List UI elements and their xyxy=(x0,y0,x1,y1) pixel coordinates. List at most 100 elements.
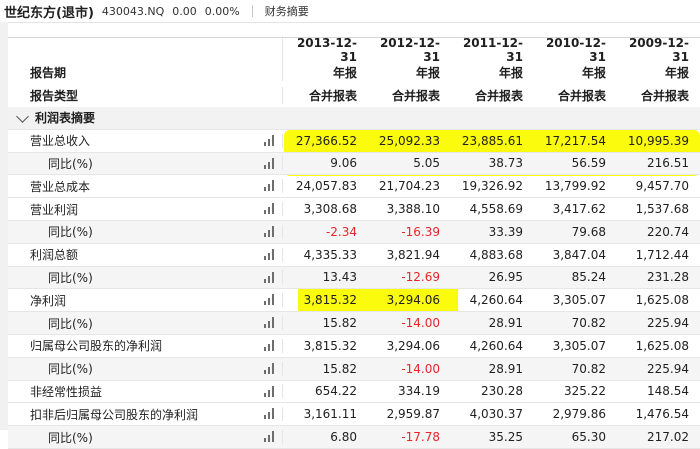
row-label: 归属母公司股东的净利润 xyxy=(30,339,163,354)
table-cell: 4,260.64 xyxy=(469,293,523,308)
table-cell: -2.34 xyxy=(282,224,365,239)
table-cell: -12.69 xyxy=(401,270,440,285)
tab-financial-summary[interactable]: 财务摘要 xyxy=(265,3,309,19)
table-cell: 21,704.23 xyxy=(378,179,440,194)
table-cell: 56.59 xyxy=(571,156,606,171)
table-cell: 35.25 xyxy=(488,430,523,445)
table-cell: 334.19 xyxy=(398,384,440,399)
table-cell: 2,959.87 xyxy=(386,407,440,422)
table-row[interactable]: 同比(%) 15.82 -14.00 28.91 70.82 225.94 xyxy=(8,312,700,335)
bar-chart-icon[interactable] xyxy=(264,362,276,374)
table-cell: 3,161.11 xyxy=(282,407,365,422)
date-header-row: 2013-12-31 2012-12-31 2011-12-31 2010-12-31… xyxy=(8,35,700,64)
table-cell: 15.82 xyxy=(282,316,365,331)
section-income-summary[interactable]: 利润表摘要 xyxy=(8,107,700,130)
table-row[interactable]: 同比(%) -2.34 -16.39 33.39 79.68 220.74 xyxy=(8,220,700,244)
header-cell: 合并报表 xyxy=(640,89,689,103)
table-row[interactable]: 利润总额 4,335.33 3,821.94 4,883.68 3,847.04 1,71… xyxy=(8,244,700,267)
table-row[interactable]: 营业利润 3,308.68 3,388.10 4,558.69 3,417.62 1,53… xyxy=(8,198,700,221)
table-cell: -16.39 xyxy=(401,224,440,239)
table-cell: 3,305.07 xyxy=(552,338,606,353)
table-cell: 3,847.04 xyxy=(552,247,606,262)
table-cell: 3,417.62 xyxy=(552,202,606,217)
table-row[interactable]: 营业总收入 27,366.52 25,092.33 23,885.61 17,217.5… xyxy=(8,130,700,153)
divider xyxy=(251,5,253,17)
row-label: 报告期 xyxy=(30,66,67,80)
bar-chart-icon[interactable] xyxy=(264,385,276,397)
chevron-down-icon[interactable] xyxy=(16,110,29,123)
section-title: 利润表摘要 xyxy=(35,111,96,126)
title-bar: 世纪东方(退市) 430043.NQ 0.00 0.00% 财务摘要 xyxy=(0,0,700,23)
bar-chart-icon[interactable] xyxy=(264,408,276,420)
table-row[interactable]: 同比(%) 13.43 -12.69 26.95 85.24 231.28 xyxy=(8,266,700,290)
table-cell: 19,326.92 xyxy=(461,179,523,194)
table-cell: 13,799.92 xyxy=(544,179,606,194)
table-row[interactable]: 归属母公司股东的净利润 3,815.32 3,294.06 4,260.64 3,305… xyxy=(8,335,700,358)
bar-chart-icon[interactable] xyxy=(264,317,276,329)
table-row[interactable]: 同比(%) 15.82 -14.00 28.91 70.82 225.94 xyxy=(8,357,700,381)
stock-name: 世纪东方(退市) xyxy=(4,5,94,21)
table-cell: 6.80 xyxy=(282,430,365,445)
table-cell: 1,476.54 xyxy=(635,407,689,422)
bar-chart-icon[interactable] xyxy=(264,431,276,443)
bar-chart-icon[interactable] xyxy=(264,248,276,260)
row-label: 同比(%) xyxy=(48,225,93,240)
table-cell: 148.54 xyxy=(647,384,689,399)
stock-code: 430043.NQ xyxy=(101,4,165,18)
header-cell: 合并报表 xyxy=(557,89,606,103)
table-cell: 70.82 xyxy=(571,361,606,376)
header-cell: 年报 xyxy=(664,66,689,80)
period-row: 报告期 年报 年报 年报 年报 年报 xyxy=(8,61,700,84)
bar-chart-icon[interactable] xyxy=(264,294,276,306)
table-cell: 15.82 xyxy=(282,361,365,376)
table-cell: 9.06 xyxy=(282,156,365,171)
table-cell: 3,821.94 xyxy=(386,247,440,262)
table-cell: 4,558.69 xyxy=(469,202,523,217)
bar-chart-icon[interactable] xyxy=(264,157,276,169)
table-cell: 1,712.44 xyxy=(635,247,689,262)
table-row[interactable]: 营业总成本 24,057.83 21,704.23 19,326.92 13,799.9… xyxy=(8,175,700,199)
bar-chart-icon[interactable] xyxy=(264,134,276,146)
table-row[interactable]: 非经常性损益 654.22 334.19 230.28 325.22 148.54 xyxy=(8,381,700,404)
table-cell: 17,217.54 xyxy=(544,133,606,148)
header-cell: 2010-12-31 xyxy=(545,35,606,64)
table-row[interactable]: 同比(%) 9.06 5.05 38.73 56.59 216.51 xyxy=(8,152,700,176)
header-cell: 年报 xyxy=(282,64,365,81)
table-cell: 231.28 xyxy=(647,270,689,285)
table-cell: 230.28 xyxy=(481,384,523,399)
table-cell: 10,995.39 xyxy=(627,133,689,148)
bar-chart-icon[interactable] xyxy=(264,203,276,215)
table-cell: 4,883.68 xyxy=(469,247,523,262)
row-label: 同比(%) xyxy=(48,270,93,285)
table-row[interactable]: 净利润 3,815.32 3,294.06 4,260.64 3,305.07 1,625… xyxy=(8,289,700,313)
header-cell: 合并报表 xyxy=(282,87,365,104)
bar-chart-icon[interactable] xyxy=(264,225,276,237)
table-cell: 3,294.06 xyxy=(386,293,440,308)
table-cell: 70.82 xyxy=(571,316,606,331)
bar-chart-icon[interactable] xyxy=(264,271,276,283)
stock-change-pct: 0.00% xyxy=(204,4,240,18)
left-scrollbar[interactable] xyxy=(0,22,8,430)
stock-price: 0.00 xyxy=(172,4,197,18)
table-cell: 79.68 xyxy=(571,224,606,239)
row-label: 同比(%) xyxy=(48,156,93,171)
table-cell: 3,305.07 xyxy=(552,293,606,308)
table-cell: 26.95 xyxy=(488,270,523,285)
table-cell: 33.39 xyxy=(488,224,523,239)
header-cell: 合并报表 xyxy=(391,89,440,103)
row-label: 报告类型 xyxy=(30,89,79,103)
table-cell: 4,030.37 xyxy=(469,407,523,422)
row-label: 营业总成本 xyxy=(30,179,91,194)
table-cell: 65.30 xyxy=(571,430,606,445)
table-cell: 220.74 xyxy=(647,224,689,239)
table-cell: 3,815.32 xyxy=(282,338,365,353)
header-cell: 2009-12-31 xyxy=(628,35,689,64)
table-cell: -14.00 xyxy=(401,361,440,376)
header-cell: 年报 xyxy=(581,66,606,80)
section-label: 利润表摘要 xyxy=(8,109,282,126)
row-label: 非经常性损益 xyxy=(30,384,103,399)
bar-chart-icon[interactable] xyxy=(264,180,276,192)
table-row[interactable]: 扣非后归属母公司股东的净利润 3,161.11 2,959.87 4,030.37 2,… xyxy=(8,403,700,427)
header-cell: 2012-12-31 xyxy=(379,35,440,64)
bar-chart-icon[interactable] xyxy=(264,339,276,351)
